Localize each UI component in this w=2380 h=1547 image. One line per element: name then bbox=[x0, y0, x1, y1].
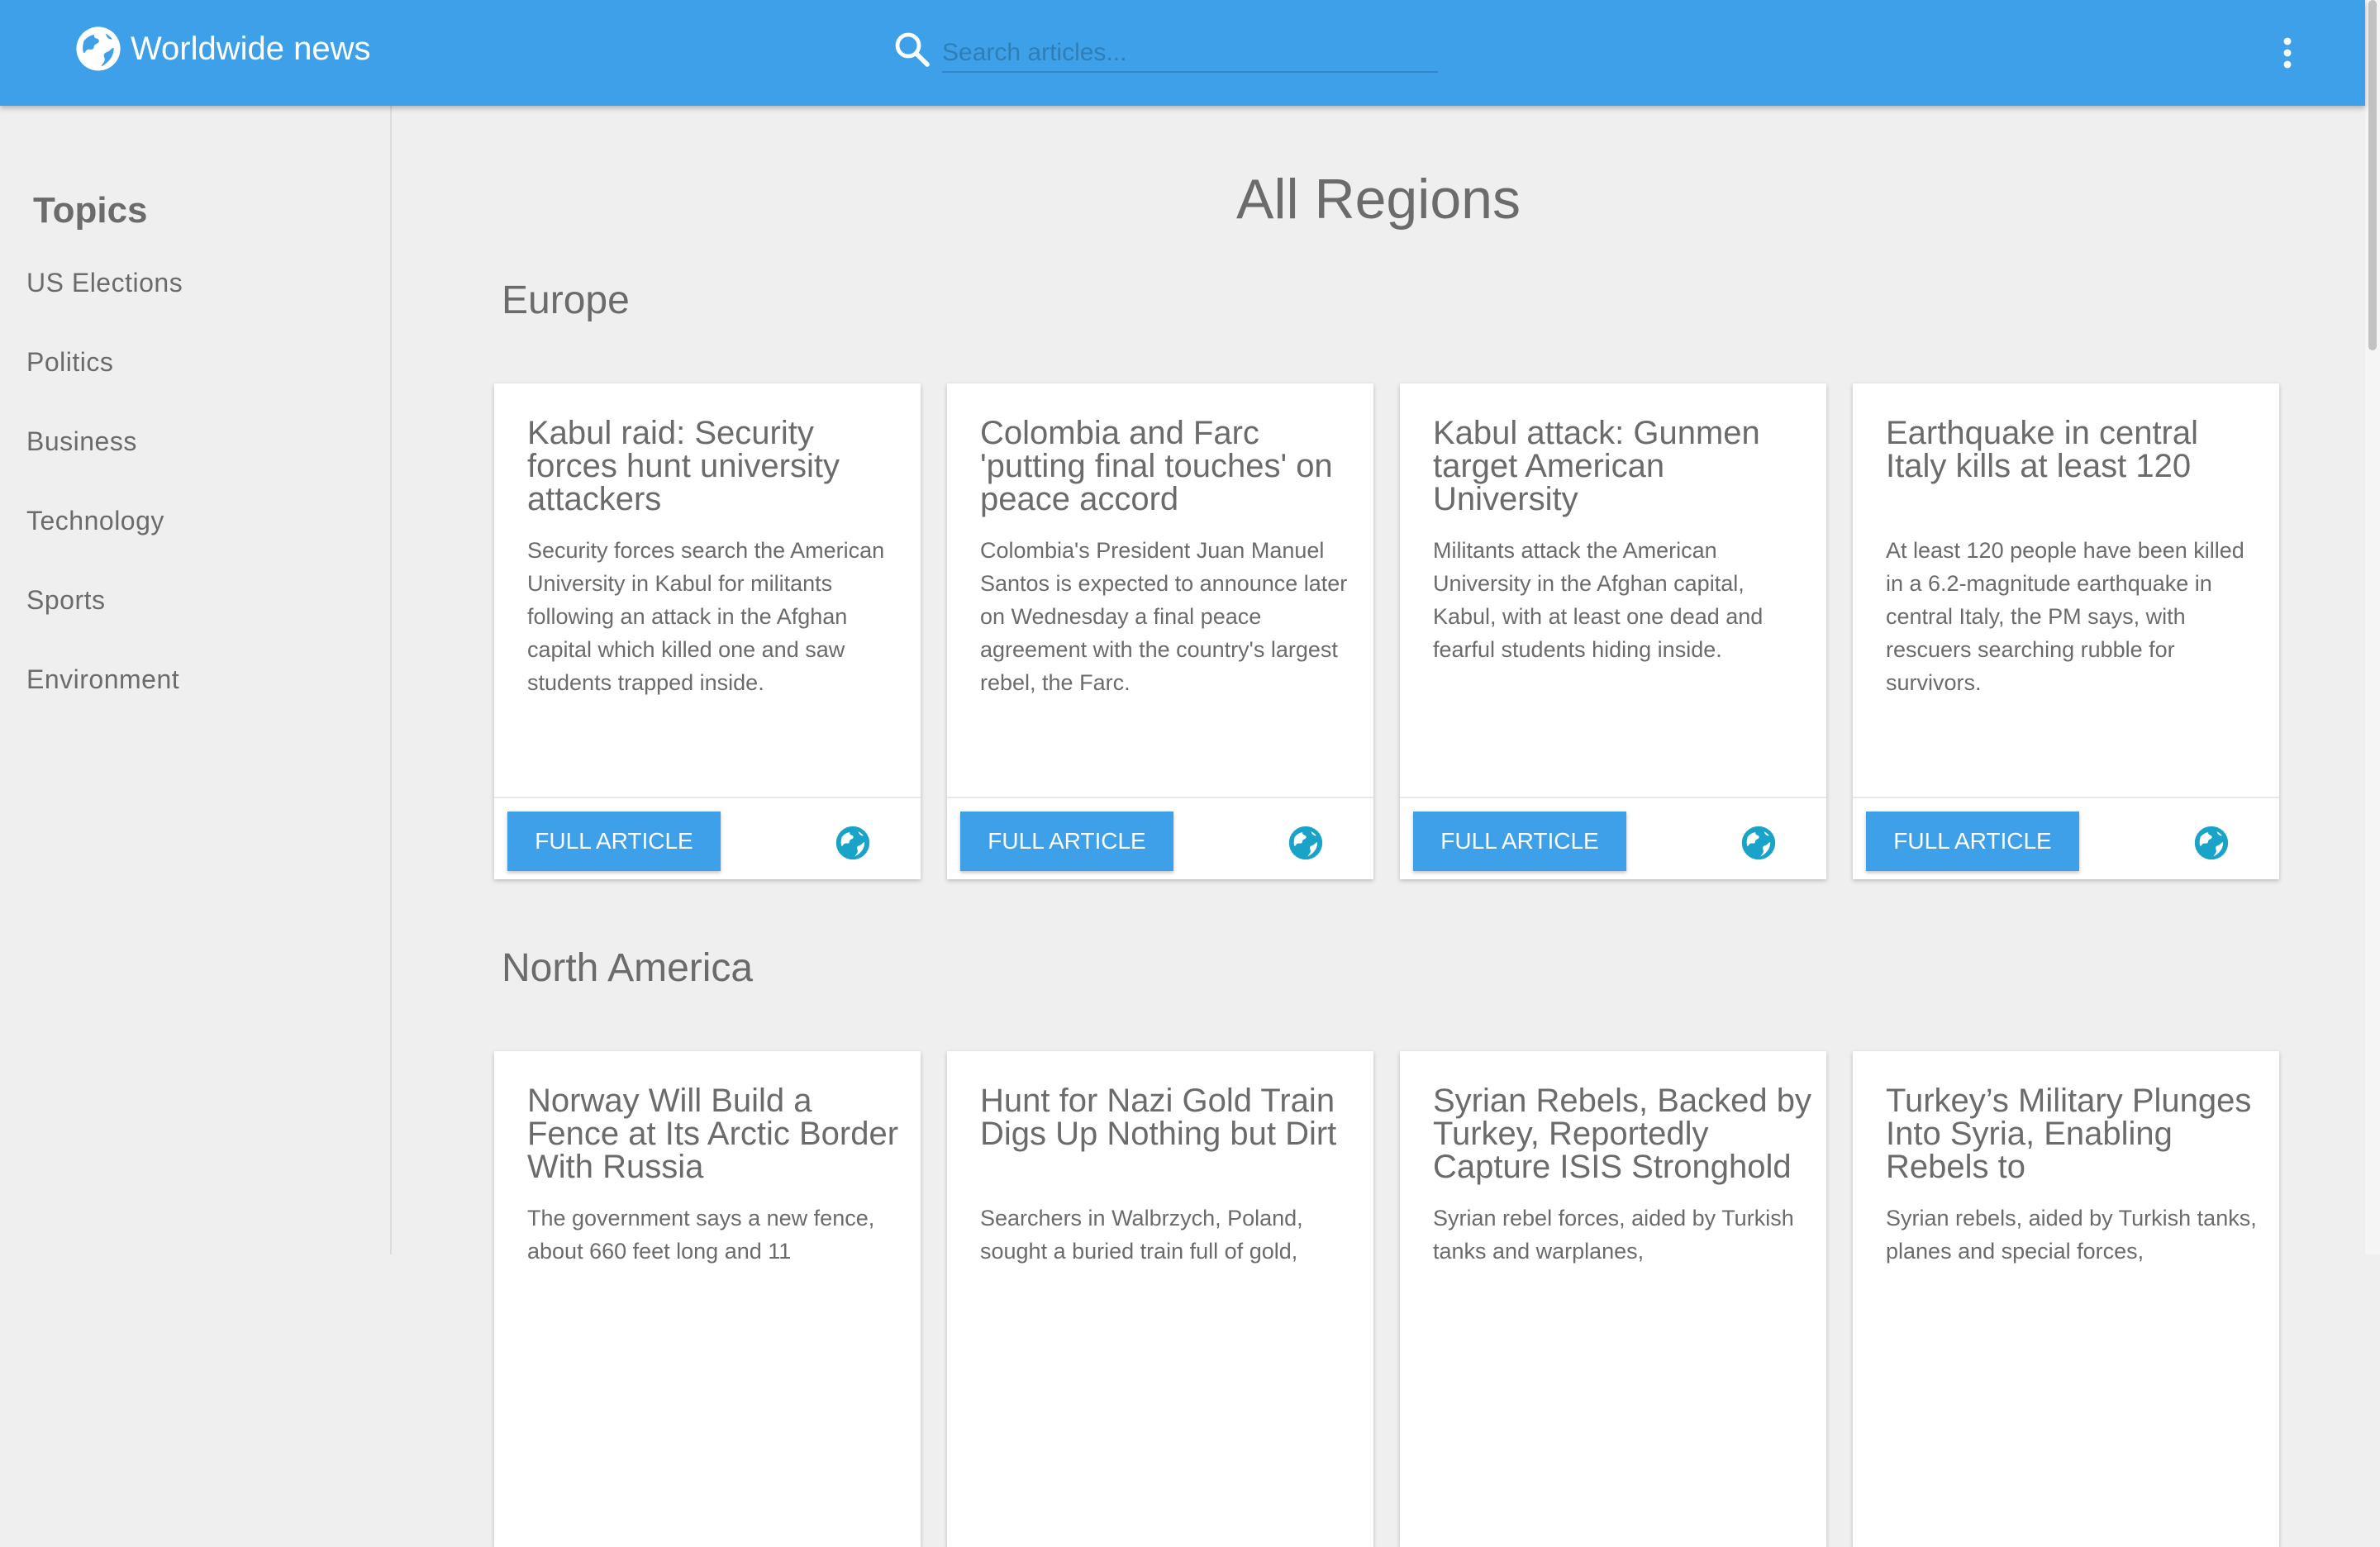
sidebar-item-technology[interactable]: Technology bbox=[26, 506, 164, 536]
globe-icon bbox=[76, 26, 121, 71]
sidebar: Topics US Elections Politics Business Te… bbox=[0, 106, 392, 1254]
article-card: Turkey’s Military Plunges Into Syria, En… bbox=[1853, 1051, 2279, 1547]
page-title: All Regions bbox=[1236, 168, 1521, 231]
article-summary: Syrian rebel forces, aided by Turkish ta… bbox=[1433, 1206, 1794, 1264]
scrollbar-thumb[interactable] bbox=[2368, 0, 2377, 350]
sidebar-item-business[interactable]: Business bbox=[26, 426, 137, 457]
card-actions: FULL ARTICLE bbox=[1400, 797, 1826, 879]
card-actions: FULL ARTICLE bbox=[494, 797, 921, 879]
article-title[interactable]: Kabul raid: Security forces hunt univers… bbox=[527, 416, 907, 516]
region-title-north-america: North America bbox=[502, 946, 754, 990]
app-bar: Worldwide news bbox=[0, 0, 2365, 106]
article-title[interactable]: Syrian Rebels, Backed by Turkey, Reporte… bbox=[1433, 1084, 1813, 1183]
full-article-button[interactable]: FULL ARTICLE bbox=[507, 812, 721, 871]
globe-icon[interactable] bbox=[1288, 825, 1324, 861]
sidebar-item-us-elections[interactable]: US Elections bbox=[26, 268, 183, 298]
article-title[interactable]: Kabul attack: Gunmen target American Uni… bbox=[1433, 416, 1813, 516]
brand[interactable]: Worldwide news bbox=[74, 25, 371, 73]
article-card: Hunt for Nazi Gold Train Digs Up Nothing… bbox=[947, 1051, 1373, 1547]
article-card: Syrian Rebels, Backed by Turkey, Reporte… bbox=[1400, 1051, 1826, 1547]
search-icon[interactable] bbox=[892, 30, 932, 69]
article-card: Kabul attack: Gunmen target American Uni… bbox=[1400, 383, 1826, 879]
article-card: Norway Will Build a Fence at Its Arctic … bbox=[494, 1051, 921, 1547]
article-title[interactable]: Norway Will Build a Fence at Its Arctic … bbox=[527, 1084, 907, 1183]
article-summary: Colombia's President Juan Manuel Santos … bbox=[980, 538, 1348, 695]
globe-icon[interactable] bbox=[1740, 825, 1777, 861]
app-title: Worldwide news bbox=[131, 30, 371, 67]
article-card: Colombia and Farc 'putting final touches… bbox=[947, 383, 1373, 879]
sidebar-item-politics[interactable]: Politics bbox=[26, 347, 113, 378]
search-input[interactable] bbox=[942, 35, 1438, 73]
article-card: Kabul raid: Security forces hunt univers… bbox=[494, 383, 921, 879]
card-actions: FULL ARTICLE bbox=[947, 797, 1373, 879]
region-title-europe: Europe bbox=[502, 278, 630, 322]
topics-heading: Topics bbox=[33, 190, 148, 231]
article-summary: At least 120 people have been killed in … bbox=[1886, 538, 2244, 695]
article-summary: Syrian rebels, aided by Turkish tanks, p… bbox=[1886, 1206, 2257, 1264]
full-article-button[interactable]: FULL ARTICLE bbox=[1866, 812, 2079, 871]
card-actions: FULL ARTICLE bbox=[1853, 797, 2279, 879]
full-article-button[interactable]: FULL ARTICLE bbox=[960, 812, 1173, 871]
article-title[interactable]: Turkey’s Military Plunges Into Syria, En… bbox=[1886, 1084, 2266, 1183]
more-vert-icon[interactable] bbox=[2274, 36, 2301, 69]
article-title[interactable]: Hunt for Nazi Gold Train Digs Up Nothing… bbox=[980, 1084, 1360, 1150]
article-summary: The government says a new fence, about 6… bbox=[527, 1206, 875, 1264]
sidebar-item-sports[interactable]: Sports bbox=[26, 585, 105, 616]
article-title[interactable]: Colombia and Farc 'putting final touches… bbox=[980, 416, 1360, 516]
article-summary: Searchers in Walbrzych, Poland, sought a… bbox=[980, 1206, 1303, 1264]
search-bar bbox=[892, 28, 1438, 76]
globe-icon[interactable] bbox=[2193, 825, 2230, 861]
article-title[interactable]: Earthquake in central Italy kills at lea… bbox=[1886, 416, 2266, 483]
globe-icon[interactable] bbox=[835, 825, 871, 861]
article-card: Earthquake in central Italy kills at lea… bbox=[1853, 383, 2279, 879]
page-scrollbar[interactable] bbox=[2365, 0, 2380, 1254]
full-article-button[interactable]: FULL ARTICLE bbox=[1413, 812, 1626, 871]
sidebar-item-environment[interactable]: Environment bbox=[26, 664, 179, 695]
article-summary: Security forces search the American Univ… bbox=[527, 538, 885, 695]
article-summary: Militants attack the American University… bbox=[1433, 538, 1764, 662]
